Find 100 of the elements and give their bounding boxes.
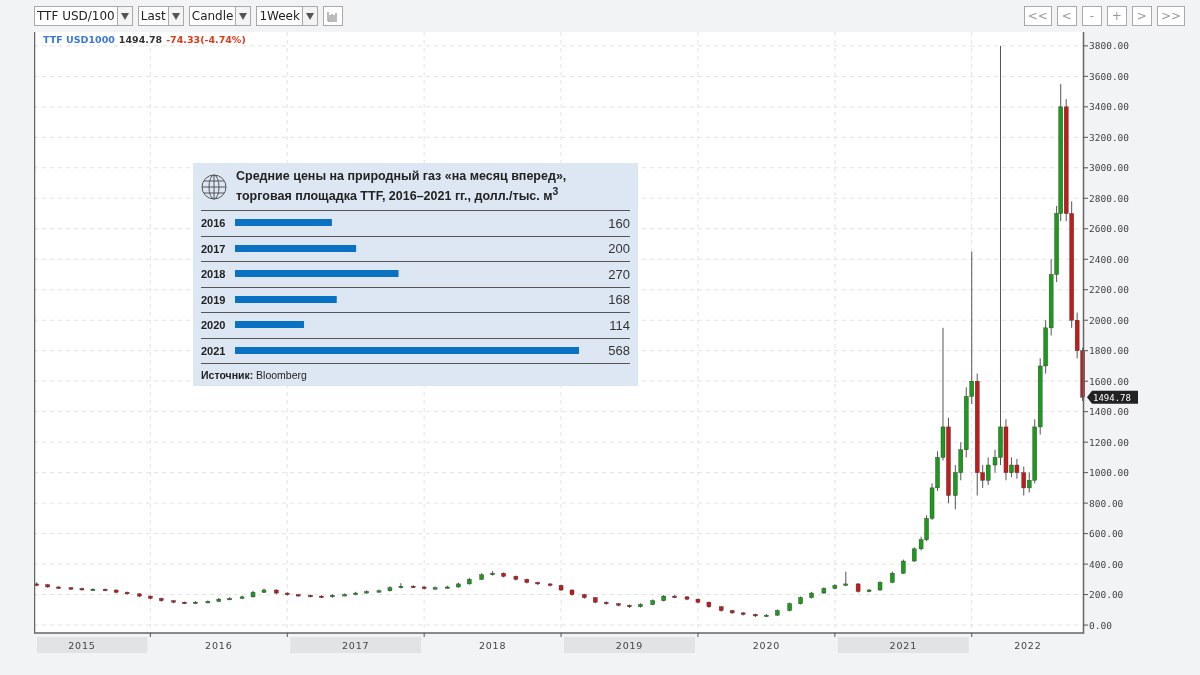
axis-label: 3200.00 — [1089, 131, 1130, 143]
candle — [490, 570, 495, 577]
candle — [239, 595, 245, 600]
indicators-button[interactable] — [322, 6, 343, 26]
candle — [216, 597, 221, 603]
candle — [261, 588, 267, 594]
category-label: 2020 — [201, 319, 227, 332]
axis-label: 2022 — [1014, 640, 1042, 651]
category-label: 2017 — [201, 242, 227, 255]
axis-label: 1000.00 — [1089, 467, 1130, 479]
candle — [342, 592, 347, 597]
price-tag: 1494.78 — [1087, 390, 1138, 404]
candle — [513, 575, 519, 581]
caret-icon — [239, 12, 248, 20]
nav-button[interactable]: > — [1131, 6, 1152, 26]
axis-label: 2200.00 — [1089, 284, 1130, 296]
axis-label: 2018 — [478, 640, 507, 651]
axis-label: 2016 — [205, 640, 233, 651]
category-label: 2016 — [201, 217, 227, 230]
candle — [604, 600, 609, 606]
candle — [582, 593, 587, 600]
candle — [855, 582, 861, 594]
candle — [593, 596, 598, 604]
dropdown[interactable]: TTF USD/100 — [34, 6, 133, 26]
candle — [787, 602, 792, 612]
candle — [398, 582, 404, 589]
axis-label: 200.00 — [1089, 589, 1124, 601]
candle — [638, 602, 643, 609]
candle — [809, 591, 814, 599]
candle — [34, 581, 39, 587]
candle — [376, 589, 382, 593]
candle — [330, 593, 335, 599]
axis-label: 3000.00 — [1089, 162, 1130, 174]
candle — [411, 584, 416, 589]
candle — [296, 593, 301, 597]
candle — [740, 611, 746, 616]
axis-label: 2600.00 — [1089, 223, 1130, 235]
category-label: 2021 — [201, 344, 227, 357]
candle — [45, 583, 50, 589]
value-label: 270 — [607, 266, 630, 282]
value-label: 168 — [607, 292, 630, 308]
candle — [456, 582, 461, 589]
nav-button[interactable]: - — [1081, 6, 1102, 26]
candle — [250, 590, 256, 599]
caret-icon — [120, 12, 129, 20]
dropdown[interactable]: 1Week — [256, 6, 318, 26]
candle — [832, 583, 838, 590]
candle — [798, 595, 803, 605]
candle — [877, 580, 883, 592]
axis-label: 1200.00 — [1089, 436, 1130, 448]
candle — [137, 592, 142, 598]
nav-button[interactable]: >> — [1156, 6, 1185, 26]
candle — [79, 587, 85, 591]
dropdown[interactable]: Candle — [188, 6, 252, 26]
axis-label: 800.00 — [1089, 497, 1124, 509]
value-label: 568 — [607, 343, 630, 359]
bar — [235, 321, 305, 329]
axis-label: 1800.00 — [1089, 345, 1130, 357]
symbol-label: TTF USD1000 — [43, 34, 115, 45]
nav-button[interactable]: < — [1056, 6, 1077, 26]
candle — [479, 572, 484, 581]
axis-label: 400.00 — [1089, 558, 1124, 570]
dropdown[interactable]: Last — [137, 6, 184, 26]
category-label: 2019 — [201, 293, 227, 306]
axis-label: 3600.00 — [1089, 70, 1130, 82]
candle — [308, 594, 313, 598]
candle — [547, 582, 553, 587]
caret-icon — [171, 12, 180, 20]
caret-icon — [305, 12, 314, 20]
candle — [387, 585, 393, 593]
candle — [558, 584, 564, 592]
candle — [103, 588, 108, 592]
chart-title: Средние цены на природный газ «на месяц вперед», торговая площадка TTF, 2016–2021 гг., долл./тыс. м$^{3}$ — [236, 169, 568, 205]
axis-label: 2000.00 — [1089, 314, 1130, 326]
nav-button[interactable]: << — [1023, 6, 1052, 26]
axis-label: 2400.00 — [1089, 253, 1130, 265]
axis-label: 600.00 — [1089, 528, 1124, 540]
candle — [650, 598, 655, 606]
candle — [821, 586, 827, 595]
candle — [661, 594, 666, 602]
price-value: 1494.78 — [118, 34, 163, 45]
value-label: 114 — [608, 317, 630, 333]
axis-label: 2019 — [615, 640, 644, 651]
candle — [616, 602, 621, 607]
axis-label: 0.00 — [1089, 619, 1112, 631]
candle — [227, 596, 232, 601]
axis-label: 2015 — [68, 640, 96, 651]
value-label: 200 — [607, 241, 630, 257]
category-label: 2018 — [201, 268, 227, 281]
nav-button[interactable]: + — [1106, 6, 1127, 26]
candle — [764, 613, 769, 618]
candle — [901, 559, 906, 575]
candle — [729, 609, 735, 615]
axis-label: 3400.00 — [1089, 101, 1130, 113]
candle — [627, 604, 632, 609]
candle — [171, 599, 176, 604]
candle — [524, 578, 530, 584]
globe-icon — [201, 173, 227, 200]
candle — [695, 597, 701, 604]
candle — [672, 594, 677, 599]
